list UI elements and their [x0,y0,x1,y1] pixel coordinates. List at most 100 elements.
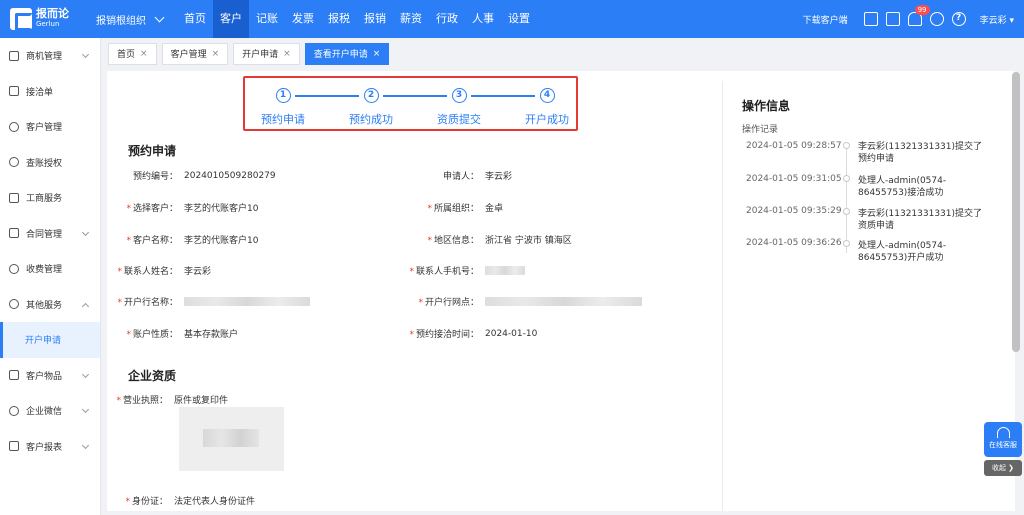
box-icon [9,370,19,381]
document-icon [9,192,19,203]
user-name: 李云彩 [979,15,1007,26]
step-label: 资质提交 [437,113,481,126]
field-booking-date: * 预约接洽时间： 2024-01-10 [407,327,537,341]
field-label: 开户行网点： [424,298,479,308]
collapse-button[interactable]: 收起 ❯ [984,460,1022,476]
nav-home[interactable]: 首页 [177,0,213,38]
sidebar-item-fees[interactable]: 收费管理 [0,251,100,287]
sidebar-item-customer-items[interactable]: 客户物品 [0,358,100,394]
progress-steps: 1 预约申请 2 预约成功 3 资质提交 4 开户成功 [243,76,578,131]
step-label: 预约申请 [261,113,305,126]
sidebar-item-reports[interactable]: 客户报表 [0,429,100,465]
redacted-value [485,297,642,306]
tab-customer-management[interactable]: 客户管理 × [161,42,229,65]
field-label: 地区信息： [433,236,479,246]
timeline-dot [843,175,850,182]
close-icon[interactable]: × [373,49,381,59]
sidebar-item-contracts[interactable]: 合同管理 [0,216,100,252]
sidebar-item-label: 工商服务 [26,194,63,205]
ops-title: 操作信息 [742,99,791,113]
tab-view-account-opening[interactable]: 查看开户申请 × [304,42,390,65]
required-mark: * [126,330,131,340]
download-client-link[interactable]: 下载客户端 [803,13,848,26]
field-id-card: * 身份证： 法定代表人身份证件 [107,494,255,507]
help-icon[interactable]: ? [951,12,966,26]
sidebar-item-wecom[interactable]: 企业微信 [0,393,100,429]
field-label: 客户名称： [132,236,178,246]
sidebar-item-customers[interactable]: 客户管理 [0,109,100,145]
required-mark: * [125,497,130,507]
tab-home[interactable]: 首页 × [108,42,157,65]
logo-sub: Gerlun [36,20,60,28]
field-label: 联系人姓名： [123,267,178,277]
sidebar-item-label: 查账授权 [26,158,63,169]
user-icon [9,121,19,132]
sidebar-item-label: 商机管理 [26,52,63,63]
nav-salary[interactable]: 薪资 [393,0,429,38]
nav-admin[interactable]: 行政 [429,0,465,38]
sidebar-item-business[interactable]: 工商服务 [0,180,100,216]
step-1: 1 预约申请 [248,88,318,127]
step-number: 2 [363,88,379,103]
nav-hr[interactable]: 人事 [465,0,501,38]
nav-settings[interactable]: 设置 [501,0,537,38]
sidebar-item-contact-order[interactable]: 接洽单 [0,74,100,110]
settings-gear-icon[interactable] [929,12,944,26]
log-time: 2024-01-05 09:36:26 [746,238,842,248]
field-region: * 地区信息： 浙江省 宁波市 镇海区 [407,233,571,246]
tab-account-opening[interactable]: 开户申请 × [233,42,300,65]
sidebar-item-label: 企业微信 [26,407,63,418]
field-value: 李云彩 [485,172,513,182]
user-menu[interactable]: 李云彩 ▾ [980,13,1014,26]
license-image[interactable] [179,407,284,471]
page-tabs: 首页 × 客户管理 × 开户申请 × 查看开户申请 × [101,38,1024,69]
required-mark: * [117,267,122,277]
app-logo[interactable]: 报而论 Gerlun [10,8,80,31]
timeline-dot [843,208,850,215]
close-icon[interactable]: × [140,49,148,59]
sidebar-item-other-services[interactable]: 其他服务 [0,287,100,323]
required-mark: * [427,236,432,246]
timeline-line [846,148,847,253]
sidebar-item-label: 客户管理 [26,123,63,134]
chevron-up-icon [81,302,90,310]
field-applicant: 申请人： 李云彩 [407,169,512,182]
field-label: 联系人手机号： [415,267,479,277]
scan-icon[interactable] [863,12,878,26]
nav-customer[interactable]: 客户 [213,0,249,38]
step-number: 3 [451,88,467,103]
tab-label: 开户申请 [242,50,279,60]
online-service-button[interactable]: 在线客服 [984,422,1022,457]
close-icon[interactable]: × [283,49,291,59]
sidebar-item-label: 收费管理 [26,265,63,276]
nav-reimburse[interactable]: 报销 [357,0,393,38]
field-label: 预约编号： [132,172,178,182]
tab-label: 客户管理 [170,50,207,60]
org-selector[interactable]: 报销根组织 [96,12,165,27]
step-number: 4 [539,88,555,103]
top-navbar: 报而论 Gerlun 报销根组织 首页 客户 记账 发票 报税 报销 薪资 行政… [0,0,1024,38]
bell-icon[interactable]: 99 [907,5,930,26]
qualification-section-title: 企业资质 [128,369,177,383]
field-label: 所属组织： [433,204,479,214]
field-license: * 营业执照： 原件或复印件 [107,393,228,406]
scrollbar[interactable] [1012,72,1020,352]
nav-tax[interactable]: 报税 [321,0,357,38]
required-mark: * [116,396,121,406]
clipboard-icon[interactable] [885,12,900,26]
yen-icon [9,263,19,274]
nav-invoice[interactable]: 发票 [285,0,321,38]
close-icon[interactable]: × [212,49,220,59]
field-value: 李云彩 [184,267,212,277]
sidebar-item-audit-auth[interactable]: 查账授权 [0,145,100,181]
chevron-down-icon [81,405,90,414]
required-mark: * [126,236,131,246]
chat-icon [9,405,19,416]
sidebar-item-opportunity[interactable]: 商机管理 [0,38,100,74]
nav-bookkeeping[interactable]: 记账 [249,0,285,38]
required-mark: * [418,298,423,308]
notification-badge: 99 [914,5,930,15]
sidebar-item-account-opening[interactable]: 开户申请 [0,322,100,358]
log-text: 李云彩(11321331331)提交了预约申请 [858,142,983,164]
sidebar-item-label: 客户物品 [26,371,63,382]
